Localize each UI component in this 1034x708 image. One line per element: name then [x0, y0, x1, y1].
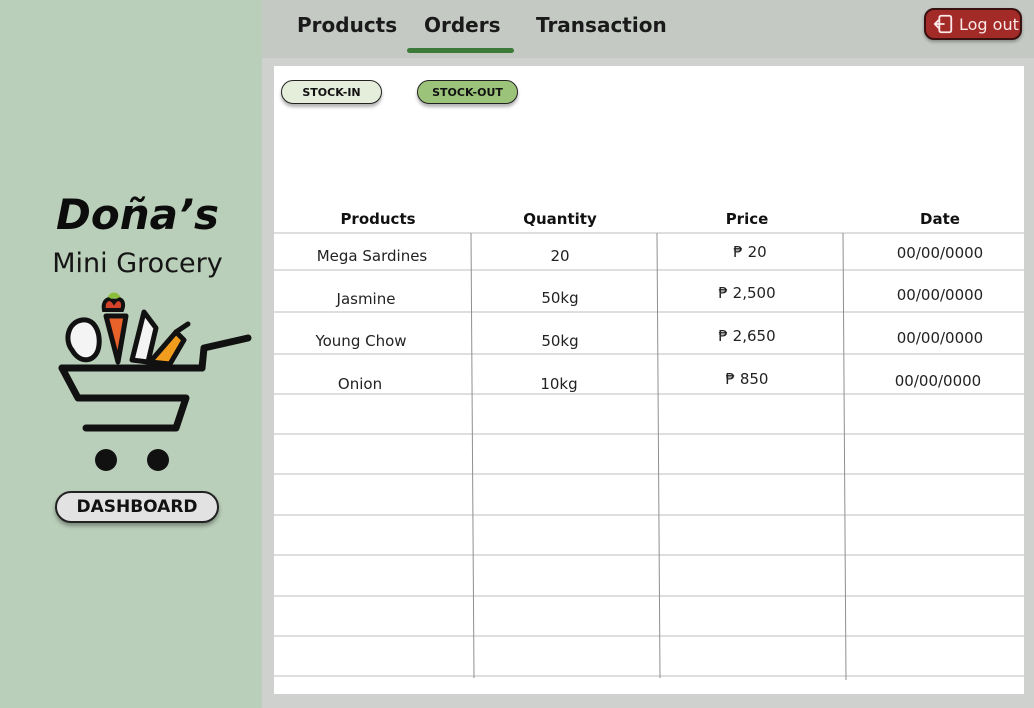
table-cell: ₱ 20 [733, 243, 767, 261]
sidebar: Doña’s Mini Grocery DASHBOARD [0, 0, 262, 708]
table-cell: ₱ 850 [725, 370, 769, 388]
tab-orders[interactable]: Orders [424, 13, 501, 37]
table-cell: 50kg [541, 289, 579, 307]
tab-transaction[interactable]: Transaction [536, 13, 667, 37]
dashboard-button[interactable]: DASHBOARD [55, 491, 219, 523]
column-header-quantity: Quantity [523, 210, 597, 228]
column-header-date: Date [920, 210, 960, 228]
table-cell: 00/00/0000 [894, 372, 982, 390]
logout-icon [933, 14, 953, 34]
brand-subtitle: Mini Grocery [52, 248, 223, 279]
table-cell: Young Chow [315, 332, 407, 350]
table-cell: 20 [550, 247, 570, 265]
logout-label: Log out [959, 14, 1019, 34]
table-cell: ₱ 2,650 [718, 327, 776, 345]
table-cell: ₱ 2,500 [718, 284, 776, 302]
orders-panel: STOCK-IN STOCK-OUT Products Quantity Pri… [274, 66, 1024, 694]
table-cell: 00/00/0000 [896, 329, 984, 347]
tab-products[interactable]: Products [297, 13, 397, 37]
column-header-price: Price [725, 210, 769, 228]
logout-button[interactable]: Log out [924, 8, 1022, 40]
table-cell: 10kg [540, 375, 578, 393]
table-cell: 00/00/0000 [896, 286, 984, 304]
grocery-cart-logo-icon [58, 292, 252, 471]
table-cell: 00/00/0000 [896, 244, 984, 262]
brand-name: Doña’s [56, 190, 219, 239]
column-header-products: Products [340, 210, 416, 228]
table-cell: 50kg [541, 332, 579, 350]
active-tab-indicator [407, 48, 514, 53]
table-cell: Onion [337, 375, 383, 393]
vegetables-icon [65, 292, 191, 367]
top-nav: Products Orders Transaction Log out [262, 0, 1034, 58]
table-cell: Jasmine [336, 290, 396, 308]
table-cell: Mega Sardines [316, 247, 428, 265]
